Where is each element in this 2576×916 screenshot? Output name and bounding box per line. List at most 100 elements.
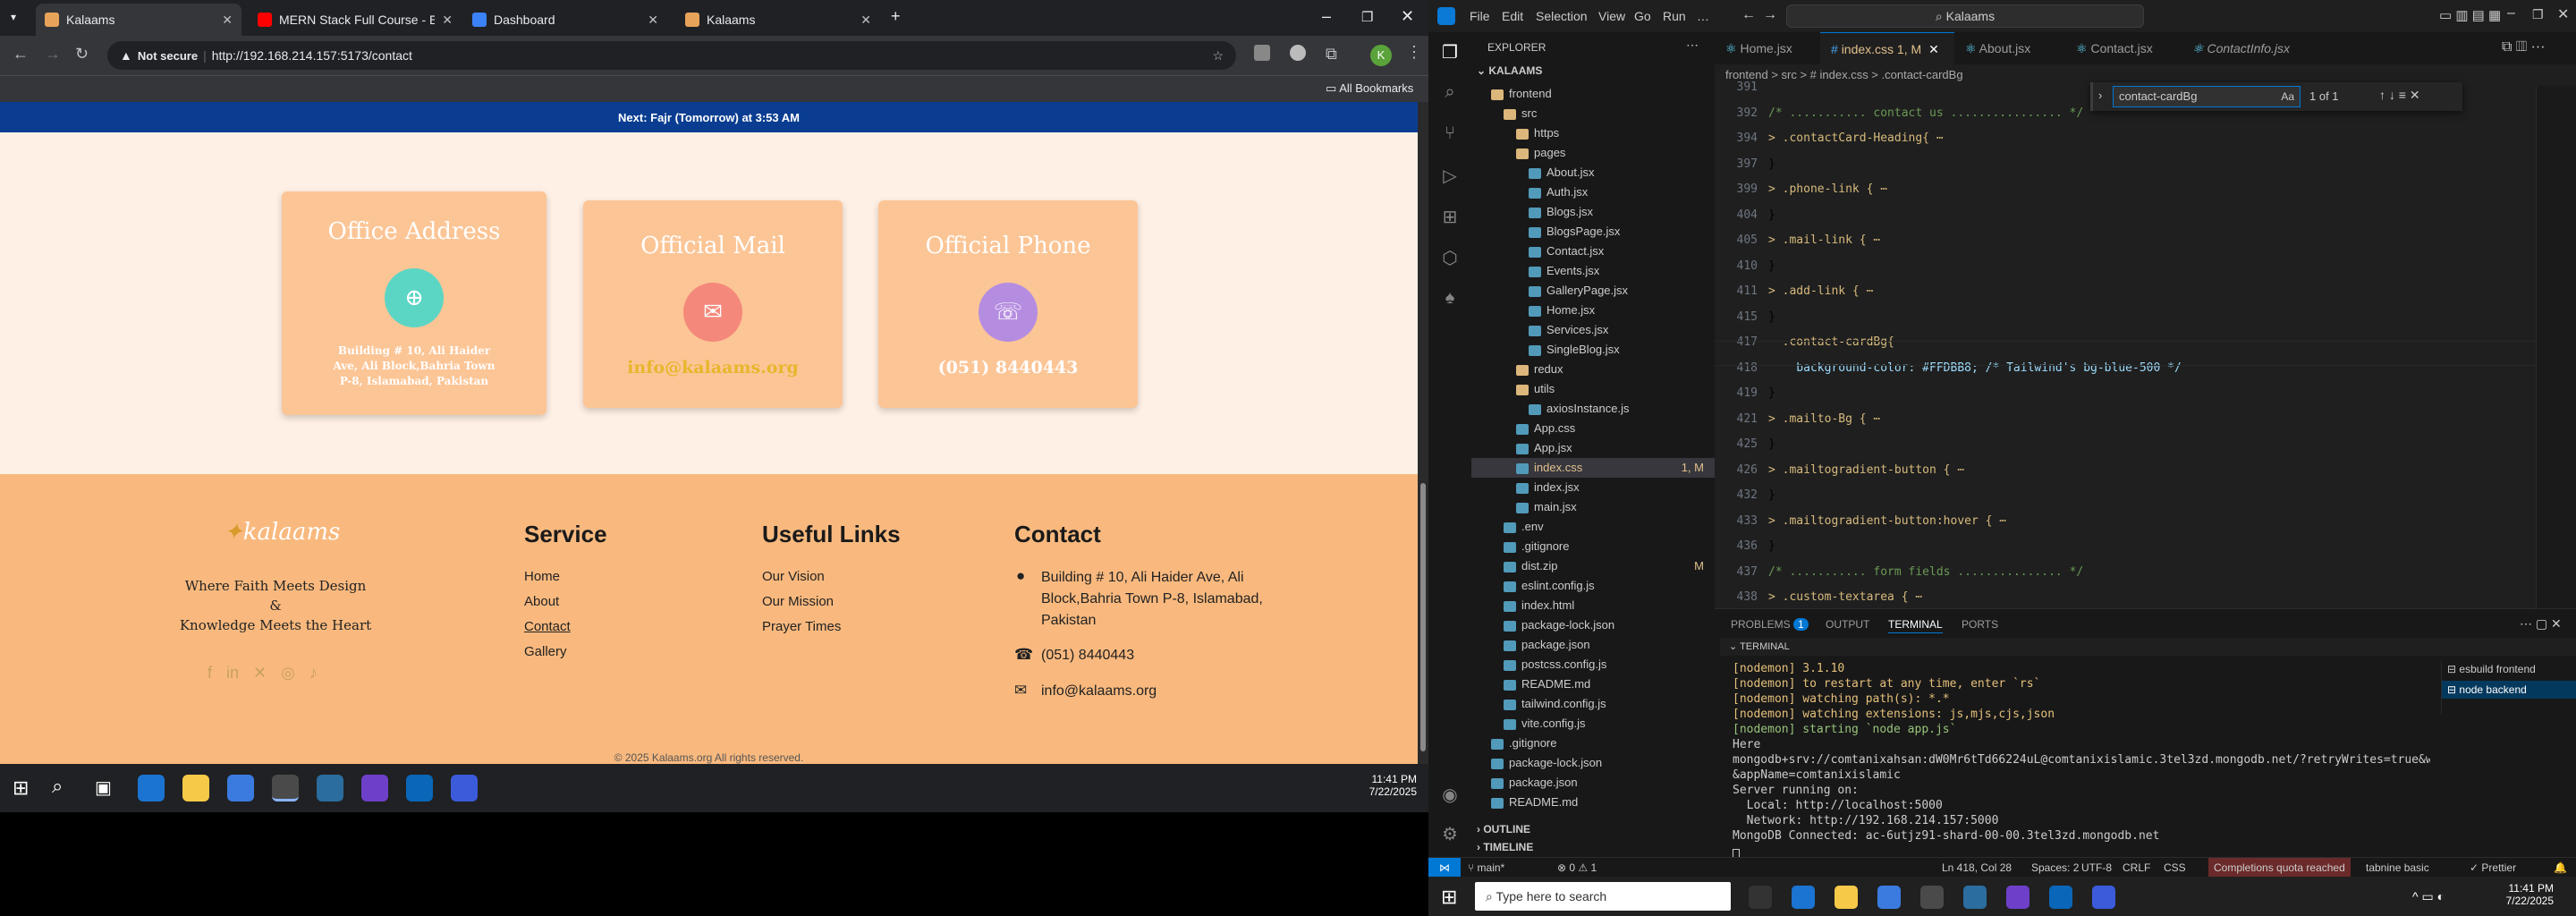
- tree-file[interactable]: .gitignore: [1471, 537, 1715, 556]
- store-icon[interactable]: [227, 775, 254, 802]
- source-control-icon[interactable]: ⑂: [1439, 123, 1461, 145]
- branch-indicator[interactable]: ⑂ main*: [1468, 861, 1504, 874]
- tree-file[interactable]: README.md: [1471, 793, 1715, 812]
- tree-file[interactable]: Auth.jsx: [1471, 182, 1715, 202]
- footer-link-mission[interactable]: Our Mission: [762, 594, 834, 609]
- tree-folder[interactable]: redux: [1471, 360, 1715, 379]
- menu-kebab-icon[interactable]: ⋮: [1406, 43, 1422, 62]
- tab-search-icon[interactable]: ▾: [11, 11, 16, 23]
- app-icon[interactable]: [317, 775, 343, 802]
- close-icon[interactable]: ✕: [222, 13, 233, 28]
- tree-file[interactable]: .env: [1471, 517, 1715, 537]
- extensions-puzzle-icon[interactable]: ⧉: [1326, 45, 1337, 64]
- minimap[interactable]: [2536, 86, 2576, 608]
- settings-gear-icon[interactable]: ⚙: [1439, 823, 1461, 844]
- end-of-line[interactable]: CRLF: [2123, 861, 2150, 874]
- menu-file[interactable]: File: [1470, 9, 1490, 23]
- close-icon[interactable]: ✕: [648, 13, 658, 28]
- tree-file[interactable]: Blogs.jsx: [1471, 202, 1715, 222]
- x-twitter-icon[interactable]: ✕: [253, 664, 267, 683]
- bookmark-star-icon[interactable]: ☆: [1212, 48, 1224, 64]
- tree-file[interactable]: package.json: [1471, 635, 1715, 655]
- tree-file[interactable]: dist.zip M: [1471, 556, 1715, 576]
- edge-icon[interactable]: [138, 775, 165, 802]
- windows-start-icon[interactable]: ⊞: [13, 776, 29, 800]
- tree-file[interactable]: Events.jsx: [1471, 261, 1715, 281]
- tab-index-css[interactable]: # index.css 1, M ✕: [1820, 32, 1954, 64]
- reload-icon[interactable]: ↻: [75, 45, 89, 64]
- address-bar[interactable]: ▲ Not secure | http://192.168.214.157:51…: [107, 41, 1236, 70]
- footer-email[interactable]: info@kalaams.org: [1041, 683, 1157, 700]
- tree-file[interactable]: Home.jsx: [1471, 301, 1715, 320]
- ports-tab[interactable]: PORTS: [1962, 618, 1998, 631]
- minimize-icon[interactable]: –: [2507, 5, 2515, 21]
- vscode-icon[interactable]: [406, 775, 433, 802]
- extensions-icon[interactable]: ⊞: [1439, 206, 1461, 227]
- terminal-section-header[interactable]: ⌄ TERMINAL: [1720, 638, 2576, 656]
- browser-tab[interactable]: MERN Stack Full Course - ECom ✕: [249, 4, 462, 36]
- footer-link-gallery[interactable]: Gallery: [524, 644, 567, 659]
- notifications-bell-icon[interactable]: 🔔: [2554, 861, 2567, 874]
- code-line[interactable]: 433 > .mailtogradient-button:hover { ⋯: [1715, 509, 2576, 535]
- file-explorer-icon[interactable]: [1835, 886, 1858, 909]
- code-line[interactable]: 405 > .mail-link { ⋯: [1715, 228, 2576, 254]
- task-view-icon[interactable]: [1749, 886, 1772, 909]
- editor-actions-icons[interactable]: ⧉ ▥ ⋯: [2502, 39, 2546, 55]
- tree-file[interactable]: main.jsx: [1471, 497, 1715, 517]
- mongodb-icon[interactable]: ♠: [1439, 288, 1461, 310]
- tree-file[interactable]: vite.config.js: [1471, 714, 1715, 734]
- footer-link-prayer-times[interactable]: Prayer Times: [762, 619, 841, 634]
- outline-section[interactable]: › OUTLINE: [1477, 823, 1530, 835]
- tree-file[interactable]: package-lock.json: [1471, 753, 1715, 773]
- footer-logo[interactable]: ✦kalaams: [224, 519, 340, 546]
- tree-file[interactable]: Contact.jsx: [1471, 242, 1715, 261]
- back-icon[interactable]: ←: [13, 45, 29, 64]
- tree-file[interactable]: Services.jsx: [1471, 320, 1715, 340]
- menu-go[interactable]: Go: [1634, 9, 1651, 23]
- code-line[interactable]: 397}: [1715, 152, 2576, 178]
- tree-folder[interactable]: pages: [1471, 143, 1715, 163]
- tree-file[interactable]: BlogsPage.jsx: [1471, 222, 1715, 242]
- prettier-status[interactable]: ✓ Prettier: [2470, 861, 2516, 874]
- tree-folder[interactable]: https: [1471, 123, 1715, 143]
- code-line[interactable]: 399 > .phone-link { ⋯: [1715, 177, 2576, 203]
- email-link[interactable]: info@kalaams.org: [583, 358, 843, 377]
- close-icon[interactable]: ✕: [1928, 42, 1939, 56]
- timeline-section[interactable]: › TIMELINE: [1477, 841, 1533, 853]
- tiktok-icon[interactable]: ♪: [309, 664, 318, 683]
- chrome-icon[interactable]: [1920, 886, 1944, 909]
- browser-tab[interactable]: Kalaams ✕: [676, 4, 880, 36]
- tabnine-status[interactable]: tabnine basic: [2366, 861, 2429, 874]
- tree-file[interactable]: .gitignore: [1471, 734, 1715, 753]
- restore-icon[interactable]: ❐: [1361, 9, 1373, 25]
- profile-avatar[interactable]: K: [1370, 45, 1392, 66]
- search-icon[interactable]: ⌕: [52, 775, 63, 798]
- minimize-icon[interactable]: –: [1322, 7, 1331, 26]
- code-line[interactable]: 415}: [1715, 305, 2576, 331]
- close-window-icon[interactable]: ✕: [2557, 5, 2569, 23]
- copilot-quota-status[interactable]: Completions quota reached: [2208, 858, 2351, 878]
- tree-file[interactable]: README.md: [1471, 674, 1715, 694]
- code-line[interactable]: 426 > .mailtogradient-button { ⋯: [1715, 458, 2576, 484]
- chrome-icon[interactable]: [272, 775, 299, 802]
- all-bookmarks-button[interactable]: ▭ All Bookmarks: [1326, 81, 1413, 96]
- code-line[interactable]: 438 > .custom-textarea { ⋯: [1715, 585, 2576, 611]
- explorer-icon[interactable]: ❐: [1439, 41, 1461, 63]
- browser-tab[interactable]: Kalaams ✕: [36, 4, 242, 36]
- github-icon[interactable]: [2006, 886, 2029, 909]
- forward-icon[interactable]: →: [45, 45, 61, 64]
- linkedin-icon[interactable]: in: [226, 664, 239, 683]
- github-icon[interactable]: [361, 775, 388, 802]
- code-line[interactable]: 432}: [1715, 483, 2576, 509]
- back-icon[interactable]: ←: [1741, 7, 1756, 23]
- menu-edit[interactable]: Edit: [1502, 9, 1523, 23]
- phone-link[interactable]: (051) 8440443: [878, 358, 1138, 377]
- language-mode[interactable]: CSS: [2164, 861, 2186, 874]
- search-icon[interactable]: ⌕: [1439, 82, 1461, 104]
- tree-file[interactable]: index.jsx: [1471, 478, 1715, 497]
- account-icon[interactable]: ◉: [1439, 784, 1461, 805]
- menu-more[interactable]: …: [1697, 9, 1709, 23]
- terminal-item[interactable]: ⊟ esbuild frontend: [2447, 663, 2536, 675]
- match-case-toggle[interactable]: Aa: [2281, 87, 2294, 106]
- tree-file[interactable]: package.json: [1471, 773, 1715, 793]
